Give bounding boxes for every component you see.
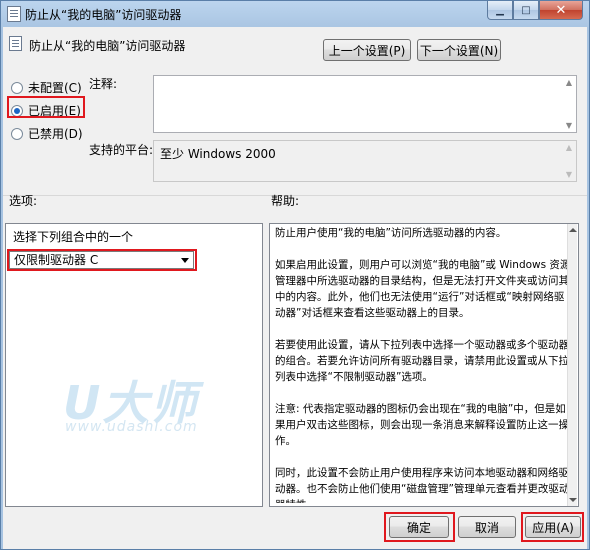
- radio-not-configured[interactable]: 未配置(C): [11, 79, 82, 96]
- enabled-highlight-box: [7, 96, 85, 118]
- dropdown-highlight-box: [7, 249, 197, 271]
- options-label: 选项:: [9, 194, 38, 208]
- comment-label: 注释:: [89, 77, 118, 91]
- radio-not-configured-indicator[interactable]: [11, 81, 23, 94]
- platform-scroll-up-icon: ▲: [565, 143, 573, 152]
- cancel-button[interactable]: 取消: [458, 516, 516, 538]
- minimize-button[interactable]: ▁: [487, 1, 513, 20]
- radio-disabled[interactable]: 已禁用(D): [11, 125, 83, 142]
- maximize-button[interactable]: □: [513, 1, 539, 20]
- ok-highlight-box: [384, 512, 455, 542]
- comment-scroll-down-icon[interactable]: ▼: [564, 121, 574, 130]
- comment-field[interactable]: ▲ ▼: [153, 75, 577, 133]
- udashi-url: www.udashi.com: [65, 419, 198, 435]
- help-label: 帮助:: [271, 194, 300, 208]
- scroll-down-icon[interactable]: [569, 498, 577, 502]
- previous-setting-button[interactable]: 上一个设置(P): [323, 39, 411, 61]
- dialog-window: 防止从“我的电脑”访问驱动器 ▁ □ ✕ 防止从“我的电脑”访问驱动器 上一个设…: [0, 0, 590, 550]
- dialog-client-area: 防止从“我的电脑”访问驱动器 上一个设置(P) 下一个设置(N) 未配置(C) …: [3, 27, 587, 549]
- window-title: 防止从“我的电脑”访问驱动器: [25, 8, 182, 22]
- close-button[interactable]: ✕: [539, 1, 583, 20]
- help-paragraph: 防止用户使用“我的电脑”访问所选驱动器的内容。: [275, 227, 507, 239]
- platform-field: 至少 Windows 2000 ▲ ▼: [153, 140, 577, 182]
- help-scrollbar[interactable]: [567, 224, 577, 506]
- title-bar[interactable]: 防止从“我的电脑”访问驱动器 ▁ □ ✕: [1, 1, 589, 27]
- close-icon: ✕: [555, 2, 567, 18]
- policy-document-icon: [7, 6, 21, 22]
- apply-highlight-box: [521, 512, 584, 542]
- help-paragraph: 同时，此设置不会防止用户使用程序来访问本地驱动器和网络驱动器。也不会防止他们使用…: [275, 467, 570, 503]
- next-setting-button[interactable]: 下一个设置(N): [417, 39, 501, 61]
- radio-disabled-label: 已禁用(D): [28, 127, 83, 141]
- platform-label: 支持的平台:: [89, 143, 154, 157]
- minimize-icon: ▁: [496, 4, 504, 16]
- radio-not-configured-label: 未配置(C): [28, 81, 82, 95]
- scroll-up-icon[interactable]: [569, 228, 577, 232]
- options-prompt: 选择下列组合中的一个: [13, 230, 134, 244]
- window-controls: ▁ □ ✕: [487, 1, 583, 21]
- platform-value: 至少 Windows 2000: [160, 147, 276, 161]
- help-paragraph: 若要使用此设置，请从下拉列表中选择一个驱动器或多个驱动器的组合。若要允许访问所有…: [275, 339, 569, 383]
- radio-disabled-indicator[interactable]: [11, 127, 23, 140]
- help-paragraph: 注意: 代表指定驱动器的图标仍会出现在“我的电脑”中，但是如果用户双击这些图标，…: [275, 403, 569, 447]
- setting-icon: [9, 36, 22, 51]
- comment-scroll-up-icon[interactable]: ▲: [564, 78, 574, 87]
- setting-title: 防止从“我的电脑”访问驱动器: [29, 39, 186, 53]
- platform-scroll-down-icon: ▼: [565, 170, 573, 179]
- help-paragraph: 如果启用此设置，则用户可以浏览“我的电脑”或 Windows 资源管理器中所选驱…: [275, 259, 571, 319]
- help-text: 防止用户使用“我的电脑”访问所选驱动器的内容。 如果启用此设置，则用户可以浏览“…: [275, 225, 573, 503]
- maximize-icon: □: [521, 4, 531, 16]
